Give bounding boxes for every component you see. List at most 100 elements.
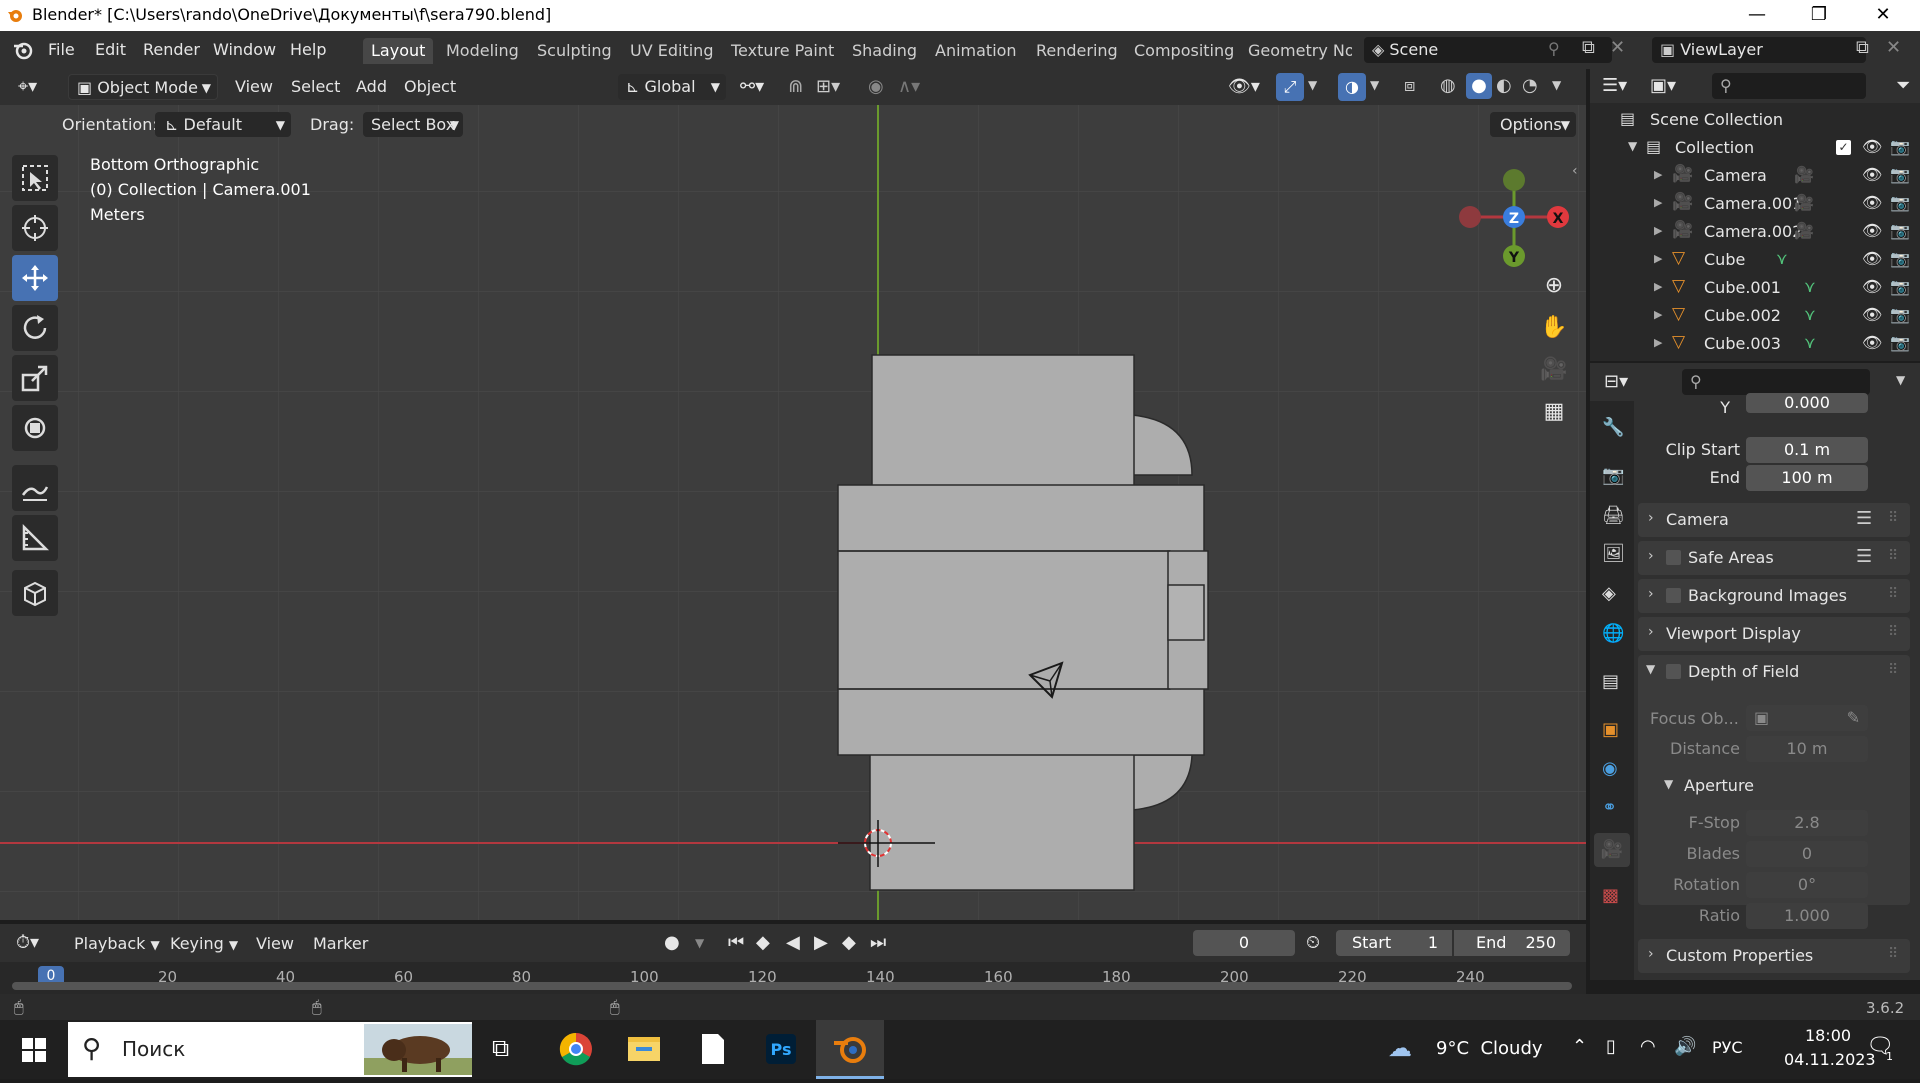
tab-modeling[interactable]: Modeling: [438, 38, 527, 64]
tab-layout[interactable]: Layout: [363, 38, 434, 64]
clip-start-field[interactable]: 0.1 m: [1746, 437, 1868, 463]
pin-icon[interactable]: ⚲: [1548, 39, 1560, 58]
camera-data-icon[interactable]: 🎥: [1794, 221, 1814, 240]
eye-icon[interactable]: 👁: [1862, 333, 1882, 352]
blades-field[interactable]: 0: [1746, 841, 1868, 867]
object-tab-icon[interactable]: ▣: [1602, 719, 1619, 740]
menu-playback[interactable]: Playback ▼: [74, 934, 160, 953]
xray-toggle-icon[interactable]: ⧈: [1404, 75, 1415, 96]
drag-handle-icon[interactable]: ⠿: [1888, 548, 1898, 564]
tool-tab-icon[interactable]: 🔧: [1602, 417, 1624, 438]
panel-safe-areas[interactable]: › Safe Areas ☰ ⠿: [1638, 541, 1910, 575]
collection-checkbox[interactable]: ✓: [1836, 140, 1851, 155]
camera-render-icon[interactable]: 📷: [1890, 249, 1910, 268]
falloff-icon[interactable]: ∧▾: [898, 76, 920, 97]
y-field[interactable]: 0.000: [1746, 393, 1868, 413]
camera-render-icon[interactable]: 📷: [1890, 277, 1910, 296]
snap-target-icon[interactable]: ⊞▾: [816, 76, 840, 97]
aperture-subpanel[interactable]: ▼ Aperture: [1658, 771, 1898, 801]
preview-range-icon[interactable]: ⏲: [1306, 932, 1320, 953]
rendered-shading-icon[interactable]: ◔: [1522, 75, 1538, 96]
menu-keying[interactable]: Keying ▼: [170, 934, 238, 953]
record-icon[interactable]: ●: [664, 932, 680, 953]
camera-data-icon[interactable]: 🎥: [1794, 165, 1814, 184]
transform-orientation-selector[interactable]: ⊾ Global ▼: [618, 74, 726, 100]
drag-handle-icon[interactable]: ⠿: [1888, 510, 1898, 526]
drag-handle-icon[interactable]: ⠿: [1888, 624, 1898, 640]
camera-render-icon[interactable]: 📷: [1890, 165, 1910, 184]
explorer-taskbar-button[interactable]: [610, 1020, 678, 1079]
new-view-layer-icon[interactable]: ⧉: [1856, 37, 1869, 58]
view-layer-selector[interactable]: ▣ ViewLayer: [1652, 37, 1866, 63]
start-frame-field[interactable]: Start 1: [1336, 930, 1452, 956]
navigation-gizmo[interactable]: X Y Z: [1450, 150, 1580, 280]
camera-render-icon[interactable]: 📷: [1890, 193, 1910, 212]
fstop-field[interactable]: 2.8: [1746, 810, 1868, 836]
scene-selector[interactable]: ◈ Scene: [1364, 37, 1612, 63]
drag-dropdown[interactable]: Select Box ▼: [363, 112, 463, 137]
rotation-field[interactable]: 0°: [1746, 872, 1868, 898]
start-button[interactable]: [0, 1020, 68, 1079]
menu-file[interactable]: File: [48, 40, 75, 59]
network-icon[interactable]: ◠: [1640, 1036, 1656, 1057]
texture-tab-icon[interactable]: ▩: [1602, 885, 1619, 906]
menu-render[interactable]: Render: [143, 40, 200, 59]
camera-render-icon[interactable]: 📷: [1890, 221, 1910, 240]
jump-start-icon[interactable]: ⏮: [728, 932, 744, 953]
task-view-button[interactable]: ⧉: [472, 1020, 540, 1079]
menu-view[interactable]: View: [235, 77, 273, 96]
distance-field[interactable]: 10 m: [1746, 736, 1868, 762]
record-dropdown-icon[interactable]: ▼: [695, 936, 704, 950]
drag-handle-icon[interactable]: ⠿: [1888, 946, 1898, 962]
expand-arrow-icon[interactable]: ▶: [1654, 280, 1662, 293]
next-keyframe-icon[interactable]: ◆: [842, 932, 856, 953]
tab-geometry-nodes[interactable]: Geometry Noc: [1240, 38, 1352, 64]
delete-scene-icon[interactable]: ✕: [1610, 37, 1625, 58]
eye-icon[interactable]: 👁: [1862, 249, 1882, 268]
eye-icon[interactable]: 👁: [1862, 165, 1882, 184]
snap-icon[interactable]: ⋒: [788, 76, 803, 97]
delete-view-layer-icon[interactable]: ✕: [1886, 37, 1901, 58]
constraints-tab-icon[interactable]: ⚭: [1602, 797, 1617, 818]
tab-shading[interactable]: Shading: [844, 38, 925, 64]
timeline-area[interactable]: 20 40 60 80 100 120 140 160 180 200 220 240 0: [0, 962, 1586, 994]
mode-selector[interactable]: ▣ Object Mode ▼: [68, 74, 218, 100]
eyedropper-icon[interactable]: ✎: [1847, 705, 1860, 731]
tab-animation[interactable]: Animation: [927, 38, 1025, 64]
minimize-button[interactable]: —: [1728, 0, 1786, 31]
tab-texture-paint[interactable]: Texture Paint: [723, 38, 842, 64]
outliner-item[interactable]: ▶ ▽ Cube.003 ⋎ 👁 📷: [1590, 330, 1920, 358]
collapse-sidebar-icon[interactable]: ‹: [1572, 163, 1578, 179]
drag-handle-icon[interactable]: ⠿: [1888, 586, 1898, 602]
clock-date[interactable]: 04.11.2023: [1784, 1050, 1876, 1069]
menu-edit[interactable]: Edit: [95, 40, 126, 59]
expand-arrow-icon[interactable]: ▶: [1654, 252, 1662, 265]
rotate-tool-button[interactable]: [12, 305, 58, 351]
properties-search-input[interactable]: ⚲: [1682, 369, 1870, 395]
overlays-dropdown-icon[interactable]: ▼: [1370, 78, 1379, 92]
clock-time[interactable]: 18:00: [1784, 1026, 1872, 1045]
current-frame-field[interactable]: 0: [1193, 930, 1295, 956]
safe-areas-checkbox[interactable]: [1666, 550, 1681, 565]
material-shading-icon[interactable]: ◐: [1496, 75, 1512, 96]
menu-help[interactable]: Help: [290, 40, 326, 59]
menu-marker[interactable]: Marker: [313, 934, 368, 953]
options-dropdown[interactable]: Options ▼: [1490, 112, 1576, 137]
ratio-field[interactable]: 1.000: [1746, 903, 1868, 929]
play-reverse-icon[interactable]: ◀: [786, 932, 800, 953]
shading-dropdown-icon[interactable]: ▼: [1552, 78, 1561, 92]
mesh-data-icon[interactable]: ⋎: [1804, 333, 1816, 352]
move-tool-button[interactable]: [12, 255, 58, 301]
background-images-checkbox[interactable]: [1666, 588, 1681, 603]
volume-icon[interactable]: 🔊: [1674, 1036, 1696, 1057]
list-icon[interactable]: ☰: [1856, 546, 1872, 567]
timeline-editor-icon[interactable]: ⏱▾: [16, 932, 39, 953]
toggle-ortho-grid-icon[interactable]: ▦: [1536, 399, 1572, 435]
select-tool-button[interactable]: [12, 155, 58, 201]
expand-arrow-icon[interactable]: ▶: [1654, 308, 1662, 321]
visibility-icon[interactable]: 👁▾: [1228, 76, 1260, 97]
tray-overflow-icon[interactable]: ⌃: [1572, 1036, 1587, 1057]
eye-icon[interactable]: 👁: [1862, 305, 1882, 324]
outliner-item[interactable]: ▶ 🎥 Camera.002 🎥 👁 📷: [1590, 218, 1920, 246]
play-icon[interactable]: ▶: [814, 932, 828, 953]
